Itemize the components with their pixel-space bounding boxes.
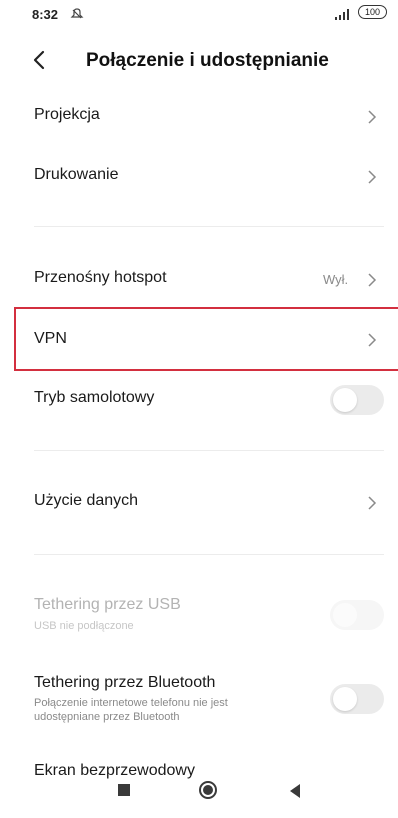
recents-square-icon[interactable] [118,784,130,796]
chevron-right-icon [368,110,377,124]
signal-icon [335,9,349,20]
alarm-off-icon [70,8,84,19]
section-divider [34,450,384,451]
section-divider [34,554,384,555]
settings-item-label: Tryb samolotowy [34,389,155,406]
chevron-right-icon [368,273,377,287]
section-divider [34,226,384,227]
settings-item-label: Tethering przez USB [34,596,181,613]
toggle-knob [333,388,357,412]
back-triangle-icon[interactable] [288,783,302,799]
settings-item-sublabel: Połączenie internetowe telefonu nie jest [34,697,228,709]
settings-item-label: Użycie danych [34,492,139,509]
settings-item-sublabel: udostępniane przez Bluetooth [34,711,180,723]
settings-item-airplane-mode[interactable]: Tryb samolotowy [0,375,398,425]
settings-item-label: Tethering przez Bluetooth [34,674,216,691]
hotspot-status-value: Wył. [323,272,349,287]
settings-item-data-usage[interactable]: Użycie danych [0,478,398,528]
settings-item-drukowanie[interactable]: Drukowanie [0,152,398,202]
navigation-bar [0,776,398,818]
highlight-annotation-box [14,307,398,371]
back-chevron-icon[interactable] [28,48,52,72]
settings-item-bluetooth-tethering[interactable]: Tethering przez Bluetooth Połączenie int… [0,666,398,732]
status-bar: 8:32 100 [0,0,398,34]
usb-tethering-toggle [330,600,384,630]
chevron-right-icon [368,496,377,510]
settings-item-hotspot[interactable]: Przenośny hotspot Wył. [0,255,398,305]
settings-item-label: Drukowanie [34,166,119,183]
settings-item-projekcja[interactable]: Projekcja [0,92,398,142]
settings-item-sublabel: USB nie podłączone [34,620,134,632]
toggle-knob [333,687,357,711]
settings-item-usb-tethering: Tethering przez USB USB nie podłączone [0,590,398,640]
bluetooth-tethering-toggle[interactable] [330,684,384,714]
toggle-knob [333,603,357,627]
settings-item-wireless-display[interactable]: Ekran bezprzewodowy [0,752,398,779]
status-time: 8:32 [32,7,59,22]
airplane-mode-toggle[interactable] [330,385,384,415]
settings-item-label: Projekcja [34,106,100,123]
header: Połączenie i udostępnianie [0,38,398,86]
page-title: Połączenie i udostępnianie [86,50,329,71]
settings-item-label: Przenośny hotspot [34,269,167,286]
home-circle-icon[interactable] [198,780,218,800]
battery-icon: 100 [358,5,387,19]
chevron-right-icon [368,170,377,184]
